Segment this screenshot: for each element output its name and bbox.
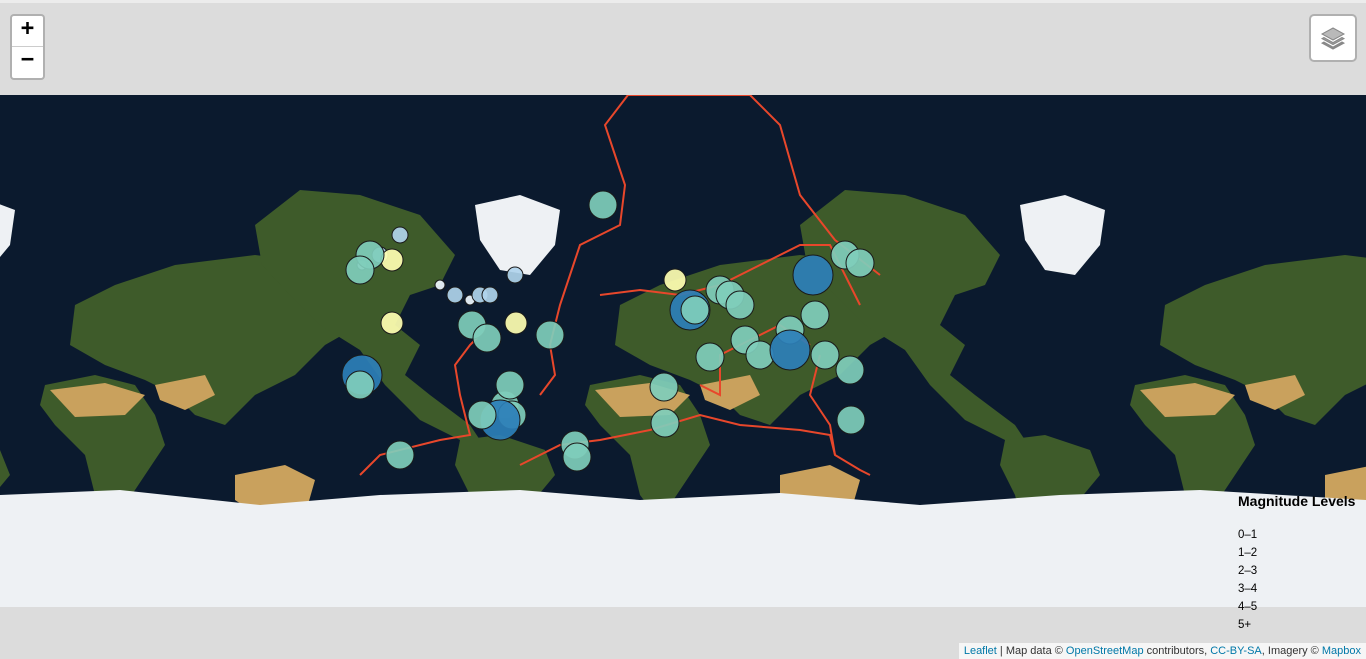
- earthquake-marker[interactable]: [769, 329, 811, 371]
- zoom-control: + −: [10, 14, 45, 80]
- earthquake-marker[interactable]: [792, 254, 834, 296]
- earthquake-marker[interactable]: [345, 370, 375, 400]
- layers-control-button[interactable]: [1309, 14, 1357, 62]
- earthquake-marker[interactable]: [446, 286, 464, 304]
- earthquake-marker[interactable]: [535, 320, 565, 350]
- earthquake-marker[interactable]: [810, 340, 840, 370]
- earthquake-marker[interactable]: [481, 286, 499, 304]
- legend-row: 1–2: [1238, 547, 1258, 559]
- zoom-out-button[interactable]: −: [12, 47, 43, 77]
- earthquake-marker[interactable]: [800, 300, 830, 330]
- magnitude-legend: Magnitude Levels 0–1 1–2 2–3 3–4 4–5 5+: [1238, 492, 1366, 634]
- attribution: Leaflet | Map data © OpenStreetMap contr…: [958, 643, 1366, 659]
- legend-title: Magnitude Levels: [1238, 493, 1356, 509]
- map-area[interactable]: [0, 94, 1366, 607]
- earthquake-marker[interactable]: [380, 248, 404, 272]
- earthquake-marker[interactable]: [588, 190, 618, 220]
- earthquake-marker[interactable]: [504, 311, 528, 335]
- license-link[interactable]: CC-BY-SA: [1210, 645, 1262, 657]
- landmass-antarctica: [0, 490, 1366, 607]
- leaflet-link[interactable]: Leaflet: [964, 645, 997, 657]
- earthquake-marker[interactable]: [506, 266, 524, 284]
- earthquake-marker[interactable]: [562, 442, 592, 472]
- attribution-text: | Map data ©: [996, 645, 1066, 657]
- legend-row: 3–4: [1238, 583, 1258, 595]
- earthquake-marker[interactable]: [650, 408, 680, 438]
- earthquake-marker[interactable]: [434, 279, 446, 291]
- legend-row: 0–1: [1238, 529, 1258, 541]
- zoom-in-button[interactable]: +: [12, 16, 43, 47]
- earthquake-marker[interactable]: [835, 355, 865, 385]
- earthquake-marker[interactable]: [380, 311, 404, 335]
- earthquake-marker[interactable]: [385, 440, 415, 470]
- earthquake-marker[interactable]: [845, 248, 875, 278]
- legend-row: 2–3: [1238, 565, 1258, 577]
- openstreetmap-link[interactable]: OpenStreetMap: [1066, 645, 1144, 657]
- earthquake-marker[interactable]: [695, 342, 725, 372]
- satellite-tiles: [0, 94, 1366, 607]
- earthquake-marker[interactable]: [745, 340, 775, 370]
- earthquake-marker[interactable]: [725, 290, 755, 320]
- earthquake-marker[interactable]: [467, 400, 497, 430]
- attribution-text: , Imagery ©: [1261, 645, 1322, 657]
- earthquake-marker[interactable]: [836, 405, 866, 435]
- earthquake-marker[interactable]: [663, 268, 687, 292]
- earthquake-marker[interactable]: [391, 226, 409, 244]
- legend-row: 4–5: [1238, 601, 1258, 613]
- earthquake-marker[interactable]: [472, 323, 502, 353]
- earthquake-marker[interactable]: [680, 295, 710, 325]
- earthquake-marker[interactable]: [495, 370, 525, 400]
- earthquake-marker[interactable]: [345, 255, 375, 285]
- top-border: [0, 0, 1366, 3]
- legend-row: 5+: [1238, 619, 1252, 631]
- layers-icon: [1320, 27, 1346, 50]
- earthquake-marker[interactable]: [649, 372, 679, 402]
- attribution-text: contributors,: [1143, 645, 1211, 657]
- mapbox-link[interactable]: Mapbox: [1322, 645, 1361, 657]
